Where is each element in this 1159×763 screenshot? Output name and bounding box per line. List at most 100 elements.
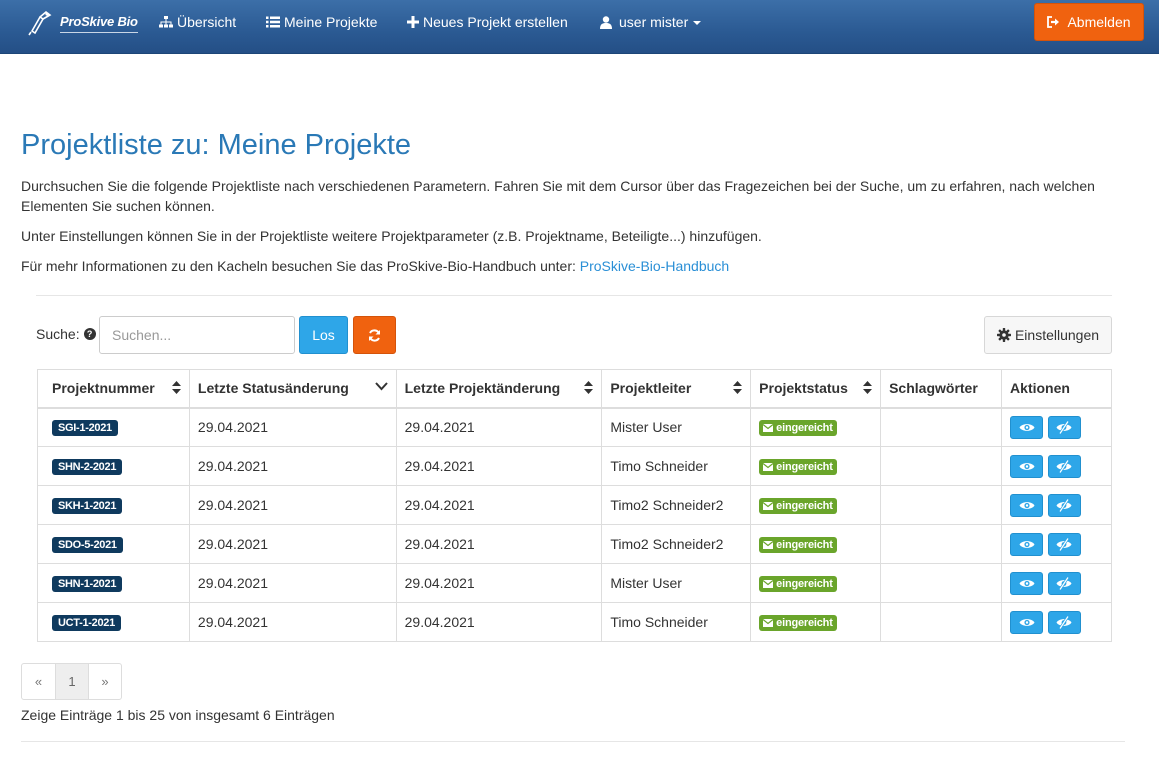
status-badge: eingereicht [759,497,837,514]
cell-statusaenderung: 29.04.2021 [188,524,397,564]
cell-schlagwoerter [880,602,1003,642]
cell-statusaenderung: 29.04.2021 [188,485,397,525]
cell-aktionen [1001,563,1112,603]
eye-slash-icon [1056,459,1072,473]
cell-projektnummer: SDO-5-2021 [37,524,190,564]
settings-hint-text: Unter Einstellungen können Sie in der Pr… [21,228,762,244]
status-badge: eingereicht [759,419,837,436]
logout-button[interactable]: Abmelden [1034,3,1144,41]
sort-icon [733,381,743,394]
handbook-link[interactable]: ProSkive-Bio-Handbuch [580,258,729,274]
eye-slash-icon [1056,498,1072,512]
cell-statusaenderung: 29.04.2021 [188,446,397,486]
cell-projektleiter: Mister User [601,407,752,447]
view-button[interactable] [1010,610,1044,634]
nav-uebersicht[interactable]: Übersicht [159,0,236,44]
footer-divider [21,741,1125,742]
envelope-icon [763,618,774,627]
header-label: Aktionen [1010,380,1070,397]
hide-button[interactable] [1047,610,1081,634]
search-input[interactable] [99,316,295,354]
status-label: eingereicht [776,616,833,629]
header-projektstatus[interactable]: Projektstatus [750,369,882,409]
cell-projektnummer: UCT-1-2021 [37,602,190,642]
view-button[interactable] [1010,415,1044,439]
header-letzte-projektaenderung[interactable]: Letzte Projektänderung [395,369,603,409]
status-label: eingereicht [776,499,833,512]
header-projektnummer[interactable]: Projektnummer [37,369,190,409]
project-id-badge[interactable]: SKH-1-2021 [52,498,123,514]
view-button[interactable] [1010,532,1044,556]
project-id-badge[interactable]: UCT-1-2021 [52,615,121,631]
status-label: eingereicht [776,538,833,551]
cell-statusaenderung: 29.04.2021 [188,602,397,642]
search-go-button[interactable]: Los [299,316,348,354]
pagination-prev[interactable]: « [22,664,55,699]
brand-logo-icon [28,10,52,36]
table-header-row: Projektnummer Letzte Statusänderung Letz… [37,369,1112,409]
cell-schlagwoerter [880,446,1003,486]
hide-button[interactable] [1047,415,1081,439]
header-letzte-statusaenderung[interactable]: Letzte Statusänderung [188,369,397,409]
nav-user-menu[interactable]: user mister [600,0,702,44]
hide-button[interactable] [1047,532,1081,556]
hide-button[interactable] [1047,454,1081,478]
chevron-down-icon [693,21,702,25]
header-label: Projektnummer [52,380,155,397]
view-button[interactable] [1010,454,1044,478]
nav-neues-projekt-label: Neues Projekt erstellen [423,14,568,30]
plus-icon [407,16,419,28]
envelope-icon [763,579,774,588]
table-row: SHN-2-2021 29.04.2021 29.04.2021 Timo Schne… [37,446,1112,486]
hide-button[interactable] [1047,571,1081,595]
pagination-page-1[interactable]: 1 [55,664,88,699]
project-id-badge[interactable]: SHN-1-2021 [52,576,123,592]
refresh-button[interactable] [353,316,396,354]
intro-text: Durchsuchen Sie die folgende Projektlist… [21,178,1095,214]
header-label: Projektleiter [610,380,692,397]
cell-projektnummer: SGI-1-2021 [37,407,190,447]
cell-projektleiter: Timo2 Schneider2 [601,524,752,564]
project-id-badge[interactable]: SHN-2-2021 [52,459,123,475]
search-label-text: Suche: [36,326,80,342]
pagination: « 1 » [21,663,122,700]
project-id-badge[interactable]: SGI-1-2021 [52,420,118,437]
settings-button[interactable]: Einstellungen [984,316,1112,354]
eye-icon [1019,501,1035,509]
view-button[interactable] [1010,493,1044,517]
cell-projektnummer: SHN-1-2021 [37,563,190,603]
cell-projektleiter: Timo2 Schneider2 [601,485,752,525]
cell-projektstatus: eingereicht [750,407,882,447]
eye-icon [1019,423,1035,431]
cell-aktionen [1001,485,1112,525]
question-circle-icon[interactable]: ? [83,328,96,340]
header-label: Projektstatus [759,380,848,397]
nav-uebersicht-label: Übersicht [177,14,237,30]
nav-meine-projekte[interactable]: Meine Projekte [266,0,377,44]
cell-projektaenderung: 29.04.2021 [395,524,603,564]
gear-icon [996,328,1011,342]
cell-statusaenderung: 29.04.2021 [188,407,397,447]
status-badge: eingereicht [759,614,837,631]
search-label: Suche: ? [36,326,96,342]
hide-button[interactable] [1047,493,1081,517]
sort-icon [171,381,181,394]
header-aktionen: Aktionen [1001,369,1112,409]
status-label: eingereicht [776,577,833,590]
pagination-next[interactable]: » [88,664,121,699]
brand[interactable]: ProSkive Bio [26,8,138,38]
cell-projektaenderung: 29.04.2021 [395,407,603,447]
view-button[interactable] [1010,571,1044,595]
project-id-badge[interactable]: SDO-5-2021 [52,537,123,553]
nav-neues-projekt[interactable]: Neues Projekt erstellen [407,0,568,44]
header-projektleiter[interactable]: Projektleiter [601,369,752,409]
eye-slash-icon [1056,615,1072,629]
divider [36,295,1112,296]
table-row: SGI-1-2021 29.04.2021 29.04.2021 Mister Use… [37,407,1112,447]
eye-icon [1019,618,1035,626]
cell-statusaenderung: 29.04.2021 [188,563,397,603]
cell-projektnummer: SHN-2-2021 [37,446,190,486]
cell-projektaenderung: 29.04.2021 [395,602,603,642]
envelope-icon [763,423,774,432]
cell-projektleiter: Timo Schneider [601,446,752,486]
